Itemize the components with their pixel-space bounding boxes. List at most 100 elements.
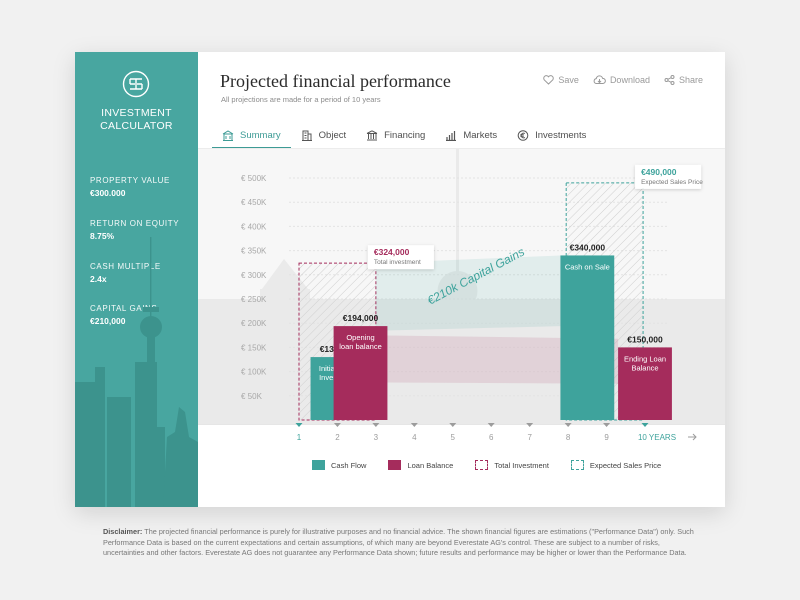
x-tick-marker	[641, 423, 649, 427]
stat-property-value: PROPERTY VALUE €300.000	[90, 176, 170, 198]
brand-title: INVESTMENT CALCULATOR	[75, 107, 198, 133]
stat-label: PROPERTY VALUE	[90, 176, 170, 185]
tab-object[interactable]: Object	[291, 123, 356, 147]
x-tick-marker	[410, 423, 418, 427]
tab-label: Financing	[384, 129, 426, 141]
download-button[interactable]: Download	[593, 75, 650, 85]
tab-label: Summary	[240, 129, 281, 141]
tooltip-value: €324,000	[374, 247, 410, 257]
house-icon	[301, 130, 312, 141]
tooltip-caption: Expected Sales Price	[641, 179, 703, 186]
tv-tower-skyline	[75, 237, 198, 507]
tab-investments[interactable]: Investments	[507, 123, 596, 147]
sidebar: INVESTMENT CALCULATOR PROPERTY VALUE €30…	[75, 52, 198, 507]
tab-bar: Summary Object Financing Markets Investm…	[212, 123, 596, 149]
legend-label: Expected Sales Price	[589, 460, 662, 470]
bar-caption: Opening	[346, 333, 374, 342]
chart-area: € 50K € 100K € 150K € 200K € 250K € 300K € 350…	[198, 149, 725, 507]
tab-label: Object	[318, 129, 347, 141]
share-label: Share	[678, 75, 703, 85]
page-title: Projected financial performance	[220, 71, 451, 91]
legend-label: Loan Balance	[407, 460, 454, 470]
heart-icon	[543, 75, 555, 85]
legend-item-cash-flow: Cash Flow	[312, 460, 366, 470]
x-tick-marker	[449, 423, 457, 427]
calculator-card: INVESTMENT CALCULATOR PROPERTY VALUE €30…	[75, 52, 725, 507]
x-tick-marker	[526, 423, 534, 427]
disclaimer-text: The projected financial performance is p…	[103, 527, 694, 558]
legend-swatch	[570, 460, 584, 470]
header-actions: Save Download Share	[543, 75, 703, 85]
chart-svg: € 50K € 100K € 150K € 200K € 250K € 300K € 350…	[241, 164, 703, 442]
x-tick-marker	[295, 423, 303, 427]
disclaimer-label: Disclaimer:	[103, 527, 143, 536]
tooltip-value: €490,000	[641, 167, 677, 177]
x-tick-label: 8	[566, 433, 571, 442]
legend-label: Total Investment	[494, 460, 549, 470]
bar-chart-icon	[446, 130, 457, 141]
x-tick-label: 5	[451, 433, 456, 442]
bar-value-label: €150,000	[627, 334, 663, 344]
legend-swatch	[312, 460, 325, 470]
legend-label: Cash Flow	[331, 460, 367, 470]
brand-line-1: INVESTMENT	[101, 107, 172, 119]
y-tick-label: € 200K	[241, 319, 267, 328]
bar-caption: Balance	[631, 363, 658, 372]
download-label: Download	[609, 75, 650, 85]
share-button[interactable]: Share	[664, 75, 703, 85]
bar-caption: Cash on Sale	[565, 262, 610, 271]
legend-item-total-investment: Total Investment	[475, 460, 549, 470]
x-tick-label: 10 YEARS	[638, 433, 676, 442]
x-tick-label: 3	[374, 433, 379, 442]
y-tick-label: € 350K	[241, 247, 267, 256]
building-icon	[222, 129, 234, 141]
tab-label: Investments	[535, 129, 587, 141]
arrow-right-icon	[688, 433, 697, 441]
bar-value-label: €340,000	[570, 242, 606, 252]
x-tick-label: 6	[489, 433, 494, 442]
share-icon	[664, 75, 675, 85]
y-tick-label: € 100K	[241, 368, 267, 377]
legend-swatch	[475, 460, 489, 470]
tab-markets[interactable]: Markets	[435, 123, 507, 147]
tab-label: Markets	[463, 129, 498, 141]
brand-line-2: CALCULATOR	[100, 120, 173, 132]
disclaimer: Disclaimer: The projected financial perf…	[103, 527, 703, 559]
y-tick-label: € 300K	[241, 271, 267, 280]
legend-item-loan-balance: Loan Balance	[388, 460, 453, 470]
bar	[560, 255, 615, 420]
tab-financing[interactable]: Financing	[356, 123, 435, 147]
x-tick-marker	[372, 423, 380, 427]
x-tick-label: 4	[412, 433, 417, 442]
tooltip-caption: Total investment	[374, 259, 421, 266]
y-tick-label: € 250K	[241, 295, 267, 304]
x-tick-label: 7	[527, 433, 532, 442]
cloud-download-icon	[593, 75, 606, 84]
x-tick-label: 1	[297, 433, 302, 442]
x-tick-label: 9	[604, 433, 609, 442]
legend-item-expected-sales-price: Expected Sales Price	[570, 460, 662, 470]
save-label: Save	[558, 75, 579, 85]
y-tick-label: € 400K	[241, 222, 267, 231]
legend-swatch	[388, 460, 402, 470]
y-tick-label: € 500K	[241, 174, 267, 183]
y-tick-label: € 450K	[241, 198, 267, 207]
logo-icon	[122, 70, 150, 98]
x-tick-marker	[487, 423, 495, 427]
bank-icon	[366, 129, 378, 140]
y-tick-label: € 150K	[241, 343, 267, 352]
bar-caption: Ending Loan	[624, 354, 666, 363]
bar-caption: loan balance	[339, 342, 382, 351]
save-button[interactable]: Save	[543, 75, 579, 85]
x-tick-marker	[603, 423, 611, 427]
bar-value-label: €194,000	[343, 313, 379, 323]
x-tick-marker	[564, 423, 572, 427]
main-panel: Projected financial performance All proj…	[198, 52, 725, 507]
page-subtitle: All projections are made for a period of…	[221, 95, 381, 104]
y-tick-label: € 50K	[241, 392, 263, 401]
stat-value: €300.000	[90, 188, 126, 198]
chart-legend: Cash Flow Loan Balance Total Investment …	[312, 460, 661, 470]
euro-coin-icon	[517, 129, 529, 141]
x-tick-label: 2	[335, 433, 340, 442]
tab-summary[interactable]: Summary	[212, 123, 291, 149]
